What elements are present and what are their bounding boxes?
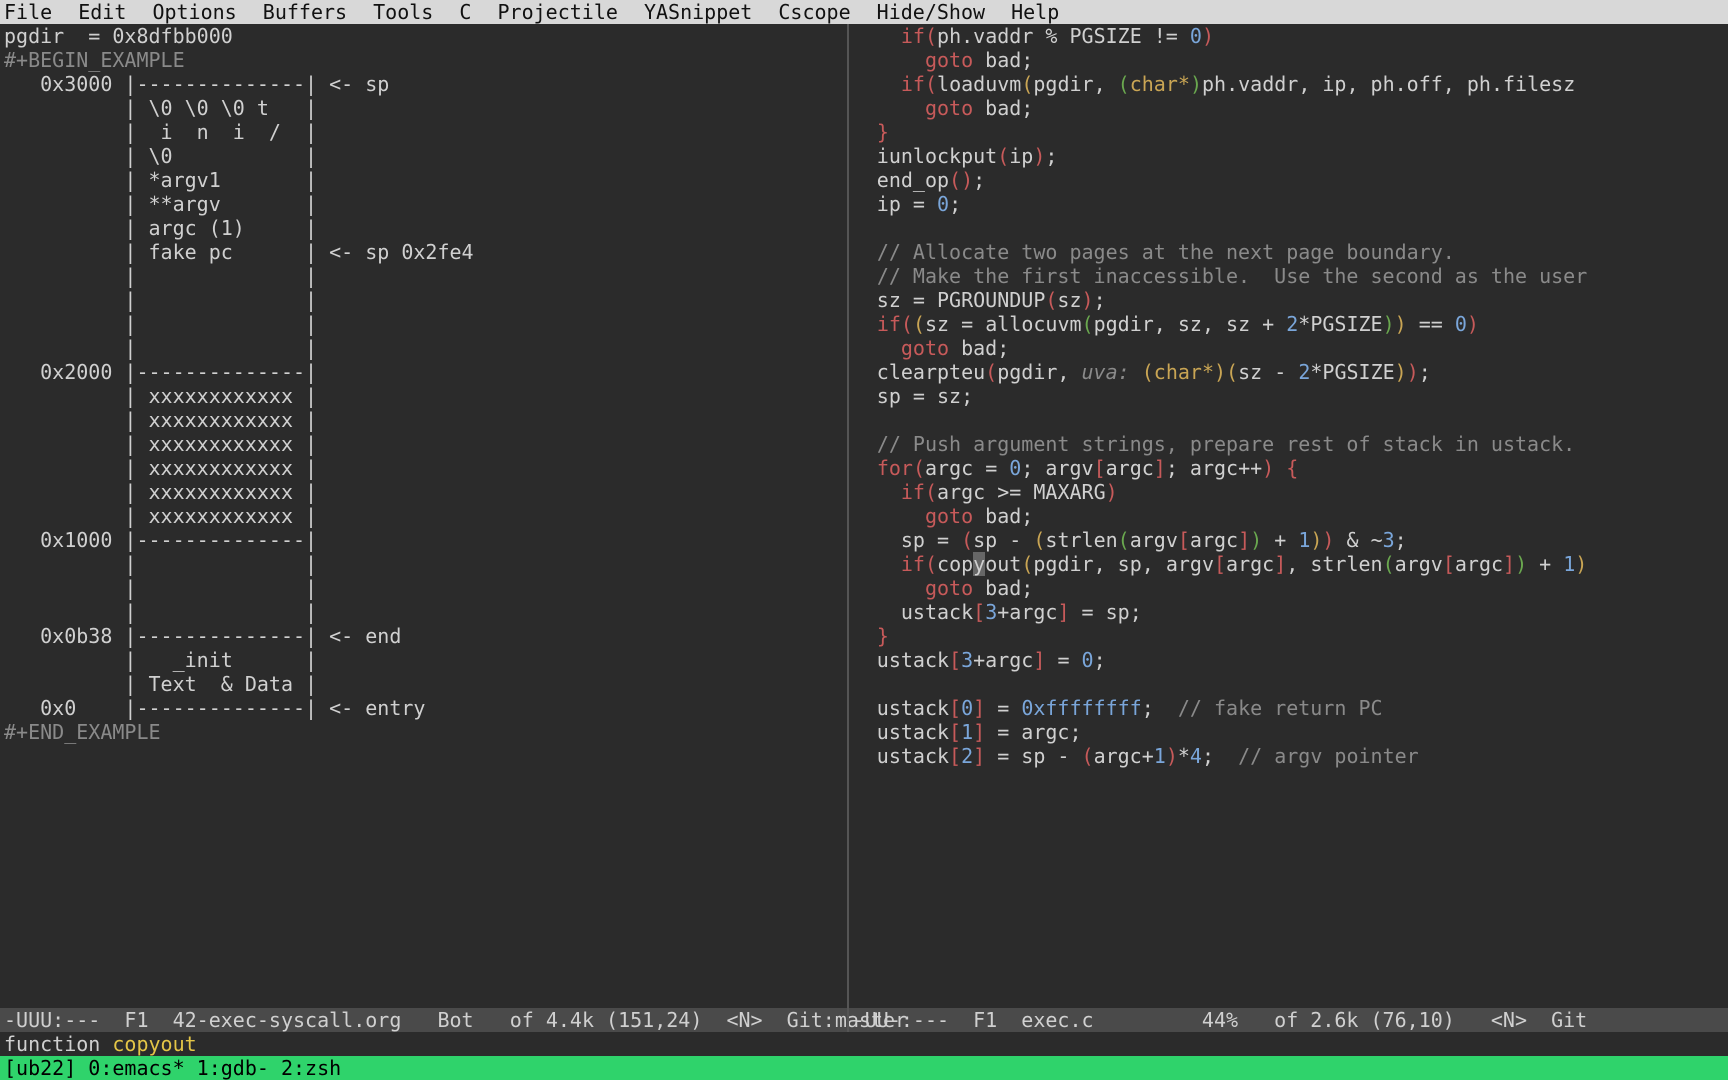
code-line: 0x3000 |--------------| <- sp	[4, 72, 843, 96]
menu-tools[interactable]: Tools	[373, 0, 433, 24]
code-line: ustack[0] = 0xffffffff; // fake return P…	[853, 696, 1724, 720]
code-line: if(argc >= MAXARG)	[853, 480, 1724, 504]
code-line: #+END_EXAMPLE	[4, 720, 843, 744]
code-line: goto bad;	[853, 336, 1724, 360]
code-line: sp = (sp - (strlen(argv[argc]) + 1)) & ~…	[853, 528, 1724, 552]
menubar: File Edit Options Buffers Tools C Projec…	[0, 0, 1728, 24]
right-code-buffer[interactable]: if(ph.vaddr % PGSIZE != 0) goto bad; if(…	[849, 24, 1728, 768]
code-line: 0x2000 |--------------|	[4, 360, 843, 384]
code-line: if((sz = allocuvm(pgdir, sz, sz + 2*PGSI…	[853, 312, 1724, 336]
menu-c[interactable]: C	[459, 0, 471, 24]
code-line: | xxxxxxxxxxxx |	[4, 408, 843, 432]
menu-hideshow[interactable]: Hide/Show	[877, 0, 985, 24]
right-pane[interactable]: if(ph.vaddr % PGSIZE != 0) goto bad; if(…	[847, 24, 1728, 1032]
code-line: | |	[4, 264, 843, 288]
code-line: | |	[4, 600, 843, 624]
menu-buffers[interactable]: Buffers	[263, 0, 347, 24]
code-line: | xxxxxxxxxxxx |	[4, 456, 843, 480]
code-line: goto bad;	[853, 96, 1724, 120]
code-line: clearpteu(pgdir, uva: (char*)(sz - 2*PGS…	[853, 360, 1724, 384]
code-line	[853, 216, 1724, 240]
code-line: 0x0 |--------------| <- entry	[4, 696, 843, 720]
code-line	[853, 408, 1724, 432]
minibuffer-highlight: copyout	[112, 1032, 196, 1056]
code-line: ustack[3+argc] = sp;	[853, 600, 1724, 624]
code-line: | _init |	[4, 648, 843, 672]
code-line: | |	[4, 312, 843, 336]
code-line: | argc (1) |	[4, 216, 843, 240]
code-line: }	[853, 624, 1724, 648]
code-line: | fake pc | <- sp 0x2fe4	[4, 240, 843, 264]
left-code-buffer[interactable]: pgdir = 0x8dfbb000#+BEGIN_EXAMPLE 0x3000…	[0, 24, 847, 744]
editor-split: pgdir = 0x8dfbb000#+BEGIN_EXAMPLE 0x3000…	[0, 24, 1728, 1008]
menu-help[interactable]: Help	[1011, 0, 1059, 24]
code-line: | xxxxxxxxxxxx |	[4, 432, 843, 456]
code-line: 0x1000 |--------------|	[4, 528, 843, 552]
menu-cscope[interactable]: Cscope	[778, 0, 850, 24]
code-line: // Allocate two pages at the next page b…	[853, 240, 1724, 264]
menu-options[interactable]: Options	[152, 0, 236, 24]
code-line: goto bad;	[853, 576, 1724, 600]
code-line: iunlockput(ip);	[853, 144, 1724, 168]
code-line: sz = PGROUNDUP(sz);	[853, 288, 1724, 312]
code-line: }	[853, 120, 1724, 144]
minibuffer[interactable]: function copyout	[0, 1032, 1728, 1056]
code-line: #+BEGIN_EXAMPLE	[4, 48, 843, 72]
code-line: | xxxxxxxxxxxx |	[4, 480, 843, 504]
code-line: goto bad;	[853, 48, 1724, 72]
menu-file[interactable]: File	[4, 0, 52, 24]
code-line: end_op();	[853, 168, 1724, 192]
code-line: goto bad;	[853, 504, 1724, 528]
code-line: if(copyout(pgdir, sp, argv[argc], strlen…	[853, 552, 1724, 576]
code-line: // Push argument strings, prepare rest o…	[853, 432, 1724, 456]
code-line: | |	[4, 336, 843, 360]
menu-yasnippet[interactable]: YASnippet	[644, 0, 752, 24]
code-line: | |	[4, 552, 843, 576]
code-line: ustack[3+argc] = 0;	[853, 648, 1724, 672]
code-line: sp = sz;	[853, 384, 1724, 408]
code-line: ustack[1] = argc;	[853, 720, 1724, 744]
menu-edit[interactable]: Edit	[78, 0, 126, 24]
code-line: if(loaduvm(pgdir, (char*)ph.vaddr, ip, p…	[853, 72, 1724, 96]
code-line: ip = 0;	[853, 192, 1724, 216]
code-line: | \0 |	[4, 144, 843, 168]
code-line: | \0 \0 \0 t |	[4, 96, 843, 120]
code-line: | *argv1 |	[4, 168, 843, 192]
tmux-status-bar[interactable]: [ub22] 0:emacs* 1:gdb- 2:zsh	[0, 1056, 1728, 1080]
code-line: for(argc = 0; argv[argc]; argc++) {	[853, 456, 1724, 480]
code-line: | i n i / |	[4, 120, 843, 144]
code-line: 0x0b38 |--------------| <- end	[4, 624, 843, 648]
code-line: | Text & Data |	[4, 672, 843, 696]
code-line: | |	[4, 288, 843, 312]
code-line: | **argv |	[4, 192, 843, 216]
minibuffer-prefix: function	[4, 1032, 112, 1056]
code-line: pgdir = 0x8dfbb000	[4, 24, 843, 48]
code-line: if(ph.vaddr % PGSIZE != 0)	[853, 24, 1724, 48]
code-line: // Make the first inaccessible. Use the …	[853, 264, 1724, 288]
left-pane[interactable]: pgdir = 0x8dfbb000#+BEGIN_EXAMPLE 0x3000…	[0, 24, 847, 1032]
code-line: ustack[2] = sp - (argc+1)*4; // argv poi…	[853, 744, 1724, 768]
code-line	[853, 672, 1724, 696]
code-line: | xxxxxxxxxxxx |	[4, 504, 843, 528]
menu-projectile[interactable]: Projectile	[497, 0, 617, 24]
code-line: | |	[4, 576, 843, 600]
code-line: | xxxxxxxxxxxx |	[4, 384, 843, 408]
